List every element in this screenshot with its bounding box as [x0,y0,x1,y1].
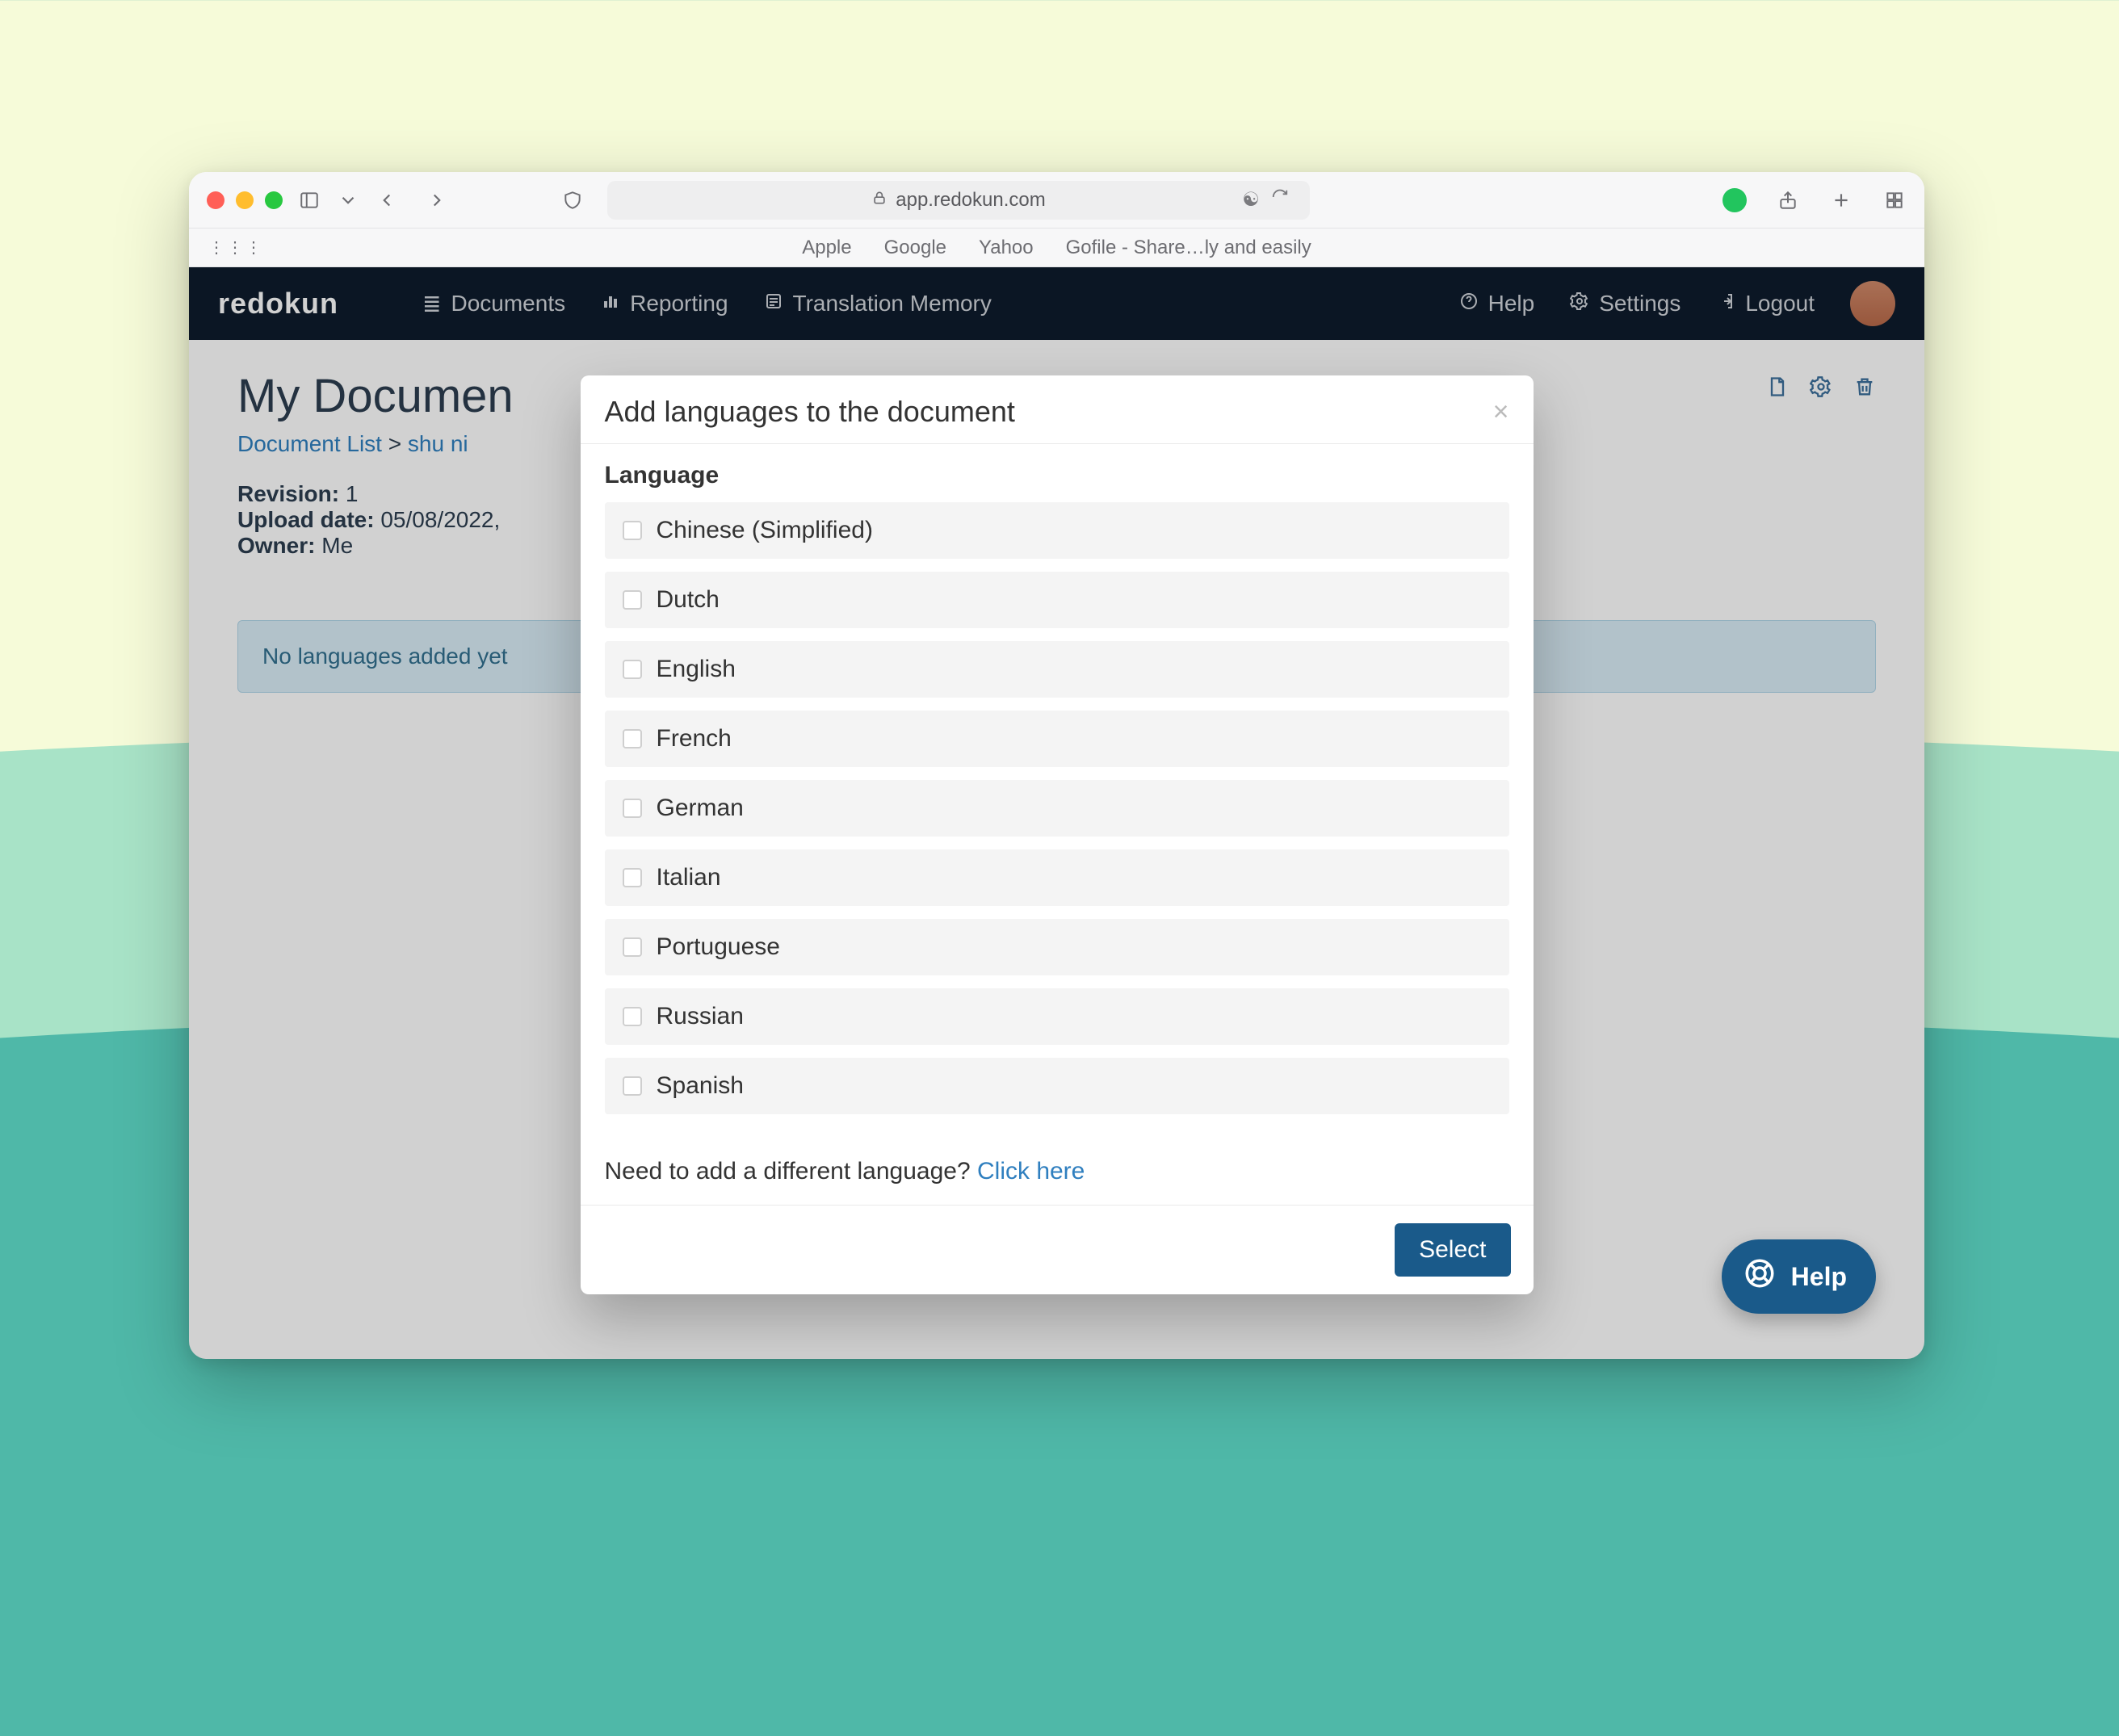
language-option-label: English [657,656,736,683]
address-bar[interactable]: app.redokun.com ☯ [607,181,1310,220]
life-ring-icon [1743,1256,1777,1297]
share-icon[interactable] [1776,188,1800,212]
window-close-button[interactable] [207,191,224,209]
translate-icon[interactable]: ☯ [1242,188,1260,212]
modal-close-button[interactable]: × [1493,396,1509,428]
bookmark-item[interactable]: Yahoo [979,237,1034,259]
modal-note-link[interactable]: Click here [977,1158,1085,1185]
modal-note-text: Need to add a different language? [605,1158,977,1185]
bookmark-item[interactable]: Gofile - Share…ly and easily [1066,237,1311,259]
checkbox-icon[interactable] [623,590,642,610]
language-option-label: Chinese (Simplified) [657,517,873,544]
chevron-down-icon[interactable] [336,188,360,212]
help-widget-label: Help [1791,1262,1847,1292]
language-option-label: Italian [657,864,721,891]
window-fullscreen-button[interactable] [265,191,283,209]
reload-icon[interactable] [1271,188,1289,212]
browser-window: app.redokun.com ☯ ⋮⋮⋮ Apple Google [189,172,1924,1359]
add-languages-modal: Add languages to the document × Language… [581,375,1534,1294]
language-option[interactable]: German [605,780,1509,837]
help-widget[interactable]: Help [1722,1239,1876,1314]
checkbox-icon[interactable] [623,1007,642,1026]
select-button[interactable]: Select [1395,1223,1510,1277]
checkbox-icon[interactable] [623,521,642,540]
lock-icon [871,189,887,212]
language-option[interactable]: Russian [605,988,1509,1045]
language-option[interactable]: Italian [605,849,1509,906]
language-option[interactable]: Chinese (Simplified) [605,502,1509,559]
bookmark-item[interactable]: Apple [802,237,851,259]
language-option-label: German [657,795,744,822]
modal-section-label: Language [605,462,1509,489]
language-option[interactable]: Spanish [605,1058,1509,1114]
bookmarks-bar: ⋮⋮⋮ Apple Google Yahoo Gofile - Share…ly… [189,229,1924,267]
address-bar-host: app.redokun.com [896,189,1045,212]
modal-note: Need to add a different language? Click … [581,1122,1534,1205]
sidebar-toggle-icon[interactable] [297,188,321,212]
modal-title: Add languages to the document [605,395,1493,429]
language-option[interactable]: Portuguese [605,919,1509,975]
language-option[interactable]: Dutch [605,572,1509,628]
tab-overview-icon[interactable] [1882,188,1907,212]
extension-grammarly-icon[interactable] [1722,188,1747,212]
language-option-label: Dutch [657,586,720,614]
checkbox-icon[interactable] [623,660,642,679]
language-option[interactable]: French [605,711,1509,767]
language-list: Chinese (Simplified) Dutch English French Ge… [605,502,1509,1114]
checkbox-icon[interactable] [623,1076,642,1096]
language-option-label: Spanish [657,1072,744,1100]
traffic-lights [207,191,283,209]
nav-forward-icon[interactable] [425,188,449,212]
nav-back-icon[interactable] [375,188,399,212]
language-option[interactable]: English [605,641,1509,698]
new-tab-icon[interactable] [1829,188,1853,212]
language-option-label: Portuguese [657,933,780,961]
checkbox-icon[interactable] [623,729,642,748]
language-option-label: Russian [657,1003,744,1030]
checkbox-icon[interactable] [623,937,642,957]
shield-icon[interactable] [560,188,585,212]
checkbox-icon[interactable] [623,868,642,887]
checkbox-icon[interactable] [623,799,642,818]
browser-toolbar: app.redokun.com ☯ [189,172,1924,229]
language-option-label: French [657,725,732,753]
window-minimize-button[interactable] [236,191,254,209]
bookmark-item[interactable]: Google [884,237,946,259]
apps-grid-icon[interactable]: ⋮⋮⋮ [208,237,264,258]
